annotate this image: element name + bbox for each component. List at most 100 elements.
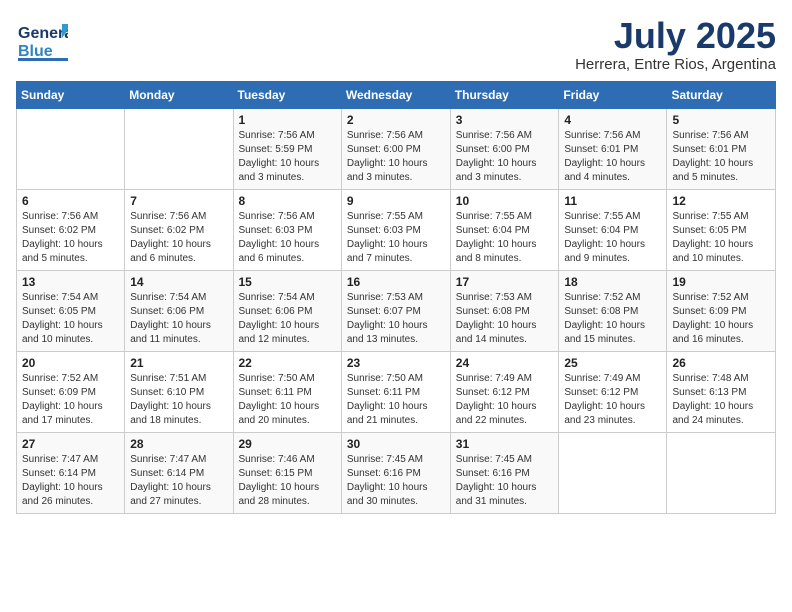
calendar-cell: 16 Sunrise: 7:53 AM Sunset: 6:07 PM Dayli…	[341, 270, 450, 351]
calendar-cell: 25 Sunrise: 7:49 AM Sunset: 6:12 PM Dayli…	[559, 351, 667, 432]
day-info: Sunrise: 7:55 AM Sunset: 6:04 PM Dayligh…	[564, 210, 661, 266]
calendar-week-row: 13 Sunrise: 7:54 AM Sunset: 6:05 PM Dayli…	[17, 270, 776, 351]
day-number: 6	[22, 194, 119, 208]
weekday-header-monday: Monday	[125, 81, 233, 108]
day-number: 5	[672, 113, 770, 127]
day-number: 18	[564, 275, 661, 289]
day-number: 25	[564, 356, 661, 370]
calendar-cell: 15 Sunrise: 7:54 AM Sunset: 6:06 PM Dayli…	[233, 270, 341, 351]
svg-text:General: General	[18, 25, 68, 42]
calendar-cell: 29 Sunrise: 7:46 AM Sunset: 6:15 PM Dayli…	[233, 432, 341, 513]
weekday-header-sunday: Sunday	[17, 81, 125, 108]
day-number: 4	[564, 113, 661, 127]
day-number: 22	[239, 356, 336, 370]
location: Herrera, Entre Rios, Argentina	[575, 56, 776, 73]
day-info: Sunrise: 7:45 AM Sunset: 6:16 PM Dayligh…	[456, 453, 554, 509]
calendar-cell	[17, 108, 125, 189]
calendar-cell: 7 Sunrise: 7:56 AM Sunset: 6:02 PM Daylig…	[125, 189, 233, 270]
calendar-cell: 12Sunrise: 7:55 AM Sunset: 6:05 PM Dayli…	[667, 189, 776, 270]
calendar-cell: 22 Sunrise: 7:50 AM Sunset: 6:11 PM Dayli…	[233, 351, 341, 432]
day-number: 16	[347, 275, 445, 289]
day-number: 15	[239, 275, 336, 289]
day-info: Sunrise: 7:56 AM Sunset: 6:01 PM Dayligh…	[672, 129, 770, 185]
day-info: Sunrise: 7:56 AM Sunset: 6:02 PM Dayligh…	[22, 210, 119, 266]
calendar-cell: 4 Sunrise: 7:56 AM Sunset: 6:01 PM Daylig…	[559, 108, 667, 189]
day-info: Sunrise: 7:47 AM Sunset: 6:14 PM Dayligh…	[130, 453, 227, 509]
day-info: Sunrise: 7:56 AM Sunset: 6:03 PM Dayligh…	[239, 210, 336, 266]
day-info: Sunrise: 7:54 AM Sunset: 6:06 PM Dayligh…	[239, 291, 336, 347]
calendar-cell: 11 Sunrise: 7:55 AM Sunset: 6:04 PM Dayli…	[559, 189, 667, 270]
day-number: 29	[239, 437, 336, 451]
day-info: Sunrise: 7:50 AM Sunset: 6:11 PM Dayligh…	[239, 372, 336, 428]
day-info: Sunrise: 7:49 AM Sunset: 6:12 PM Dayligh…	[564, 372, 661, 428]
calendar-cell: 28 Sunrise: 7:47 AM Sunset: 6:14 PM Dayli…	[125, 432, 233, 513]
weekday-header-friday: Friday	[559, 81, 667, 108]
calendar-cell: 14Sunrise: 7:54 AM Sunset: 6:06 PM Dayli…	[125, 270, 233, 351]
weekday-header-saturday: Saturday	[667, 81, 776, 108]
day-info: Sunrise: 7:50 AM Sunset: 6:11 PM Dayligh…	[347, 372, 445, 428]
day-info: Sunrise: 7:47 AM Sunset: 6:14 PM Dayligh…	[22, 453, 119, 509]
day-number: 13	[22, 275, 119, 289]
day-number: 7	[130, 194, 227, 208]
day-number: 17	[456, 275, 554, 289]
day-info: Sunrise: 7:52 AM Sunset: 6:09 PM Dayligh…	[22, 372, 119, 428]
day-number: 30	[347, 437, 445, 451]
svg-text:Blue: Blue	[18, 43, 53, 60]
calendar-cell: 20 Sunrise: 7:52 AM Sunset: 6:09 PM Dayli…	[17, 351, 125, 432]
calendar-cell: 13 Sunrise: 7:54 AM Sunset: 6:05 PM Dayli…	[17, 270, 125, 351]
day-info: Sunrise: 7:56 AM Sunset: 5:59 PM Dayligh…	[239, 129, 336, 185]
calendar-cell: 1 Sunrise: 7:56 AM Sunset: 5:59 PM Daylig…	[233, 108, 341, 189]
day-info: Sunrise: 7:49 AM Sunset: 6:12 PM Dayligh…	[456, 372, 554, 428]
calendar-cell	[559, 432, 667, 513]
day-info: Sunrise: 7:53 AM Sunset: 6:08 PM Dayligh…	[456, 291, 554, 347]
day-info: Sunrise: 7:46 AM Sunset: 6:15 PM Dayligh…	[239, 453, 336, 509]
day-info: Sunrise: 7:56 AM Sunset: 6:02 PM Dayligh…	[130, 210, 227, 266]
logo-icon: General Blue	[16, 16, 68, 68]
logo: General Blue	[16, 16, 68, 68]
day-number: 12	[672, 194, 770, 208]
calendar-cell: 21Sunrise: 7:51 AM Sunset: 6:10 PM Dayli…	[125, 351, 233, 432]
day-number: 20	[22, 356, 119, 370]
day-info: Sunrise: 7:56 AM Sunset: 6:01 PM Dayligh…	[564, 129, 661, 185]
day-info: Sunrise: 7:54 AM Sunset: 6:05 PM Dayligh…	[22, 291, 119, 347]
calendar-cell: 10Sunrise: 7:55 AM Sunset: 6:04 PM Dayli…	[450, 189, 559, 270]
calendar-cell: 3Sunrise: 7:56 AM Sunset: 6:00 PM Daylig…	[450, 108, 559, 189]
day-info: Sunrise: 7:52 AM Sunset: 6:09 PM Dayligh…	[672, 291, 770, 347]
page-header: General Blue July 2025 Herrera, Entre Ri…	[16, 16, 776, 73]
calendar-cell: 6 Sunrise: 7:56 AM Sunset: 6:02 PM Daylig…	[17, 189, 125, 270]
day-number: 26	[672, 356, 770, 370]
weekday-header-row: SundayMondayTuesdayWednesdayThursdayFrid…	[17, 81, 776, 108]
calendar-cell: 30 Sunrise: 7:45 AM Sunset: 6:16 PM Dayli…	[341, 432, 450, 513]
title-area: July 2025 Herrera, Entre Rios, Argentina	[575, 16, 776, 73]
calendar-week-row: 1 Sunrise: 7:56 AM Sunset: 5:59 PM Daylig…	[17, 108, 776, 189]
day-number: 21	[130, 356, 227, 370]
month-title: July 2025	[575, 16, 776, 56]
day-info: Sunrise: 7:54 AM Sunset: 6:06 PM Dayligh…	[130, 291, 227, 347]
day-info: Sunrise: 7:45 AM Sunset: 6:16 PM Dayligh…	[347, 453, 445, 509]
calendar-week-row: 27Sunrise: 7:47 AM Sunset: 6:14 PM Dayli…	[17, 432, 776, 513]
day-info: Sunrise: 7:48 AM Sunset: 6:13 PM Dayligh…	[672, 372, 770, 428]
calendar-cell: 24Sunrise: 7:49 AM Sunset: 6:12 PM Dayli…	[450, 351, 559, 432]
weekday-header-thursday: Thursday	[450, 81, 559, 108]
day-info: Sunrise: 7:53 AM Sunset: 6:07 PM Dayligh…	[347, 291, 445, 347]
calendar-cell	[667, 432, 776, 513]
day-number: 28	[130, 437, 227, 451]
day-number: 11	[564, 194, 661, 208]
calendar-cell: 26 Sunrise: 7:48 AM Sunset: 6:13 PM Dayli…	[667, 351, 776, 432]
day-number: 1	[239, 113, 336, 127]
calendar-cell: 17 Sunrise: 7:53 AM Sunset: 6:08 PM Dayli…	[450, 270, 559, 351]
day-info: Sunrise: 7:55 AM Sunset: 6:03 PM Dayligh…	[347, 210, 445, 266]
calendar-cell	[125, 108, 233, 189]
day-number: 9	[347, 194, 445, 208]
day-number: 23	[347, 356, 445, 370]
calendar-cell: 19 Sunrise: 7:52 AM Sunset: 6:09 PM Dayli…	[667, 270, 776, 351]
day-info: Sunrise: 7:56 AM Sunset: 6:00 PM Dayligh…	[456, 129, 554, 185]
day-info: Sunrise: 7:56 AM Sunset: 6:00 PM Dayligh…	[347, 129, 445, 185]
weekday-header-tuesday: Tuesday	[233, 81, 341, 108]
day-info: Sunrise: 7:55 AM Sunset: 6:04 PM Dayligh…	[456, 210, 554, 266]
day-info: Sunrise: 7:52 AM Sunset: 6:08 PM Dayligh…	[564, 291, 661, 347]
weekday-header-wednesday: Wednesday	[341, 81, 450, 108]
calendar-week-row: 6 Sunrise: 7:56 AM Sunset: 6:02 PM Daylig…	[17, 189, 776, 270]
calendar-cell: 31Sunrise: 7:45 AM Sunset: 6:16 PM Dayli…	[450, 432, 559, 513]
day-number: 19	[672, 275, 770, 289]
